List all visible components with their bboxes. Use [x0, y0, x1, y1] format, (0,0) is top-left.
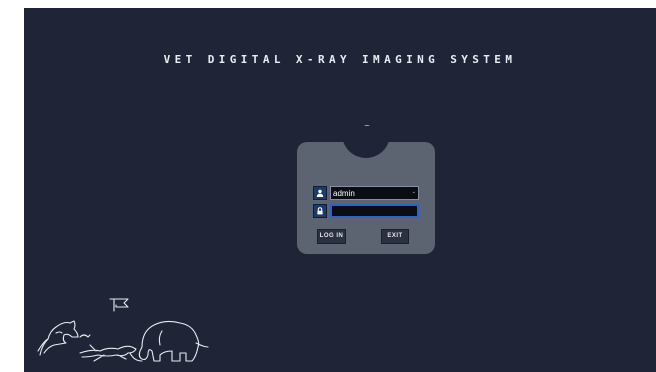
username-row: ⌄: [313, 186, 419, 200]
dog-icon: [79, 344, 137, 362]
panel-notch: [342, 126, 390, 158]
lock-icon: [313, 204, 327, 218]
horse-icon: [37, 320, 79, 354]
password-row: [313, 204, 419, 218]
login-panel: ⌄ LOG IN EXIT: [297, 126, 435, 254]
user-icon: [313, 186, 327, 200]
username-field[interactable]: [330, 186, 419, 200]
exit-button[interactable]: EXIT: [381, 229, 409, 244]
flag-icon: [109, 298, 129, 312]
app-title: VET DIGITAL X-RAY IMAGING SYSTEM: [163, 53, 517, 66]
password-field[interactable]: [330, 204, 419, 218]
elephant-icon: [138, 320, 209, 362]
dropdown-caret-icon[interactable]: ⌄: [412, 190, 416, 195]
app-window: VET DIGITAL X-RAY IMAGING SYSTEM ⌄: [24, 8, 656, 372]
login-button[interactable]: LOG IN: [317, 229, 346, 244]
animal-line-drawing-logo: [37, 298, 209, 362]
